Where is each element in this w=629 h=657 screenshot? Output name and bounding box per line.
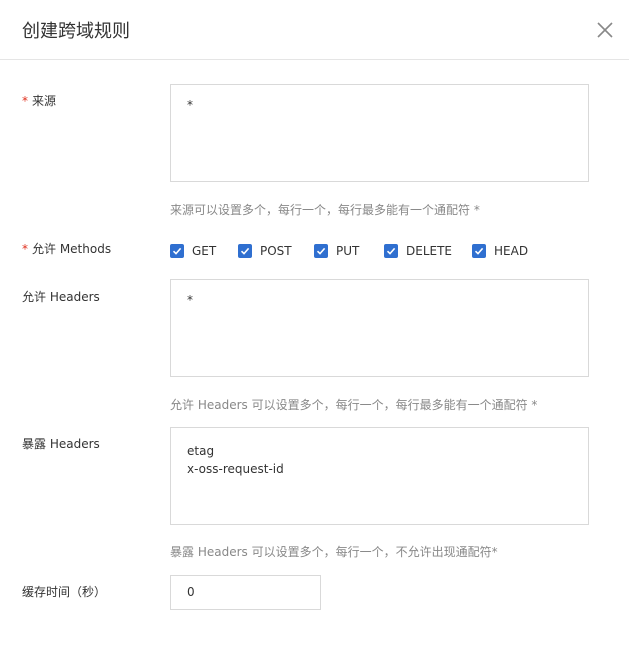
method-label: POST — [260, 244, 292, 258]
method-head-checkbox[interactable]: HEAD — [472, 244, 528, 258]
method-put-checkbox[interactable]: PUT — [314, 244, 384, 258]
method-post-checkbox[interactable]: POST — [238, 244, 314, 258]
allow-headers-textarea[interactable]: * — [170, 279, 589, 377]
dialog-title: 创建跨域规则 — [22, 21, 130, 42]
method-label: HEAD — [494, 244, 529, 258]
cors-rule-dialog: 创建跨域规则 * 来源 * 来源可以设置多个，每行一个，每行最多能有一个通配符 *… — [0, 0, 629, 657]
origin-textarea[interactable]: * — [170, 84, 589, 182]
origin-label-text: 来源 — [32, 94, 57, 108]
close-icon[interactable] — [596, 21, 614, 39]
required-mark: * — [22, 94, 28, 108]
method-label: PUT — [336, 244, 360, 258]
checkbox-checked-icon[interactable] — [384, 244, 398, 258]
methods-checkbox-group: GET POST PUT DELETE HEAD — [170, 242, 528, 260]
origin-label: * 来源 — [22, 92, 56, 109]
checkbox-checked-icon[interactable] — [314, 244, 328, 258]
allow-headers-label: 允许 Headers — [22, 290, 100, 304]
checkbox-checked-icon[interactable] — [170, 244, 184, 258]
expose-headers-help-text: 暴露 Headers 可以设置多个，每行一个，不允许出现通配符* — [170, 545, 498, 559]
methods-label: * 允许 Methods — [22, 240, 111, 257]
cache-time-label: 缓存时间（秒） — [22, 585, 107, 599]
checkbox-checked-icon[interactable] — [472, 244, 486, 258]
checkbox-checked-icon[interactable] — [238, 244, 252, 258]
method-get-checkbox[interactable]: GET — [170, 244, 238, 258]
method-label: GET — [192, 244, 217, 258]
method-delete-checkbox[interactable]: DELETE — [384, 244, 472, 258]
methods-label-text: 允许 Methods — [32, 242, 112, 256]
origin-help-text: 来源可以设置多个，每行一个，每行最多能有一个通配符 * — [170, 203, 480, 217]
cache-time-input[interactable]: 0 — [170, 575, 321, 610]
allow-headers-help-text: 允许 Headers 可以设置多个，每行一个，每行最多能有一个通配符 * — [170, 398, 538, 412]
method-label: DELETE — [406, 244, 453, 258]
required-mark: * — [22, 242, 28, 256]
dialog-header: 创建跨域规则 — [0, 0, 629, 60]
expose-headers-label: 暴露 Headers — [22, 437, 100, 451]
expose-headers-textarea[interactable]: etag x-oss-request-id — [170, 427, 589, 525]
